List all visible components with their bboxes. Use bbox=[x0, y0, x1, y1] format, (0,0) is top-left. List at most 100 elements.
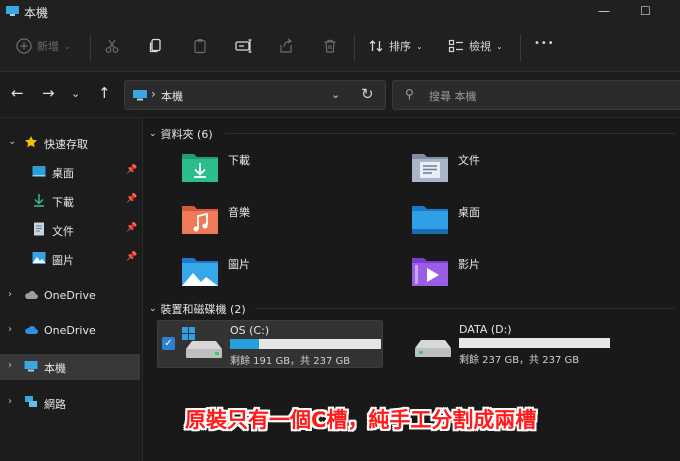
folder-downloads[interactable]: 下載 bbox=[181, 150, 381, 190]
pc-icon bbox=[133, 90, 147, 101]
sidebar-item-this-pc[interactable]: › 本機 bbox=[0, 354, 140, 380]
sidebar-item-onedrive-personal[interactable]: › OneDrive bbox=[0, 318, 140, 344]
rename-icon bbox=[235, 39, 252, 53]
view-icon bbox=[448, 39, 463, 53]
pin-icon[interactable]: 📌 bbox=[126, 165, 137, 175]
group-header-label: 裝置和磁碟機 (2) bbox=[160, 303, 246, 316]
chevron-right-icon[interactable]: › bbox=[8, 289, 12, 300]
sort-button[interactable]: 排序 ⌄ bbox=[368, 38, 423, 54]
back-button[interactable]: ← bbox=[11, 86, 24, 101]
folder-label: 下載 bbox=[228, 154, 250, 167]
desktop-folder-icon bbox=[32, 166, 46, 177]
sidebar-item-downloads[interactable]: 下載 📌 bbox=[0, 188, 140, 214]
maximize-button[interactable]: ☐ bbox=[640, 4, 651, 18]
sidebar-item-quick-access[interactable]: ⌄ 快速存取 bbox=[0, 130, 140, 156]
pictures-icon bbox=[32, 252, 46, 264]
annotation-caption: 原裝只有一個C槽，純手工分割成兩槽 bbox=[185, 408, 537, 432]
more-options-button[interactable]: ••• bbox=[534, 38, 555, 49]
window-title: 本機 bbox=[24, 6, 49, 20]
pc-icon bbox=[6, 6, 19, 16]
minimize-button[interactable]: — bbox=[598, 4, 610, 18]
group-divider bbox=[255, 308, 675, 309]
sidebar-item-pictures[interactable]: 圖片 📌 bbox=[0, 246, 140, 272]
chevron-right-icon[interactable]: › bbox=[8, 324, 12, 335]
address-dropdown-button[interactable]: ⌄ bbox=[331, 88, 340, 101]
pin-icon[interactable]: 📌 bbox=[126, 252, 137, 262]
folder-label: 文件 bbox=[458, 154, 480, 167]
sort-icon bbox=[369, 40, 383, 52]
folder-label: 桌面 bbox=[458, 206, 480, 219]
sidebar-item-network[interactable]: › 網路 bbox=[0, 390, 140, 416]
search-placeholder: 搜尋 本機 bbox=[429, 90, 477, 103]
sidebar-item-desktop[interactable]: 桌面 📌 bbox=[0, 159, 140, 185]
music-folder-icon bbox=[182, 206, 218, 234]
pc-icon bbox=[24, 361, 38, 372]
drive-c[interactable]: ✓ OS (C:) 剩餘 191 GB，共 237 GB bbox=[157, 320, 383, 368]
chevron-down-icon[interactable]: ⌄ bbox=[8, 136, 16, 147]
up-button[interactable]: ↑ bbox=[98, 86, 111, 101]
search-box[interactable]: ⚲ 搜尋 本機 bbox=[392, 80, 680, 110]
folder-videos[interactable]: 影片 bbox=[411, 254, 611, 294]
refresh-icon[interactable]: ↻ bbox=[361, 85, 374, 103]
drive-name: OS (C:) bbox=[230, 324, 270, 337]
pictures-folder-icon bbox=[182, 258, 218, 286]
chevron-right-icon[interactable]: › bbox=[8, 396, 12, 407]
scissors-icon bbox=[105, 39, 119, 53]
folders-group-header[interactable]: ⌄ 資料夾 (6) bbox=[149, 126, 213, 142]
drive-name: DATA (D:) bbox=[459, 323, 512, 336]
sort-label: 排序 bbox=[389, 40, 411, 53]
folder-label: 影片 bbox=[458, 258, 480, 271]
desktop-folder-icon bbox=[412, 206, 448, 234]
breadcrumb[interactable]: 本機 bbox=[161, 88, 183, 104]
sidebar-item-label: OneDrive bbox=[44, 289, 96, 302]
chevron-down-icon: ⌄ bbox=[149, 129, 157, 139]
title-bar: 本機 — ☐ bbox=[0, 0, 680, 24]
chevron-right-icon: › bbox=[151, 87, 156, 101]
folder-desktop[interactable]: 桌面 bbox=[411, 202, 611, 242]
sidebar-item-label: 桌面 bbox=[52, 167, 74, 180]
divider bbox=[520, 34, 521, 62]
chevron-down-icon: ⌄ bbox=[149, 304, 157, 314]
storage-bar bbox=[459, 338, 610, 348]
new-label: 新增 bbox=[37, 40, 59, 53]
sidebar-item-documents[interactable]: 文件 📌 bbox=[0, 217, 140, 243]
cut-button[interactable] bbox=[104, 38, 120, 54]
drives-group-header[interactable]: ⌄ 裝置和磁碟機 (2) bbox=[149, 301, 246, 317]
checkbox[interactable]: ✓ bbox=[162, 337, 175, 350]
recent-locations-button[interactable]: ⌄ bbox=[71, 86, 80, 101]
chevron-down-icon: ⌄ bbox=[416, 41, 423, 51]
drive-d[interactable]: DATA (D:) 剩餘 237 GB，共 237 GB bbox=[387, 320, 627, 368]
divider bbox=[354, 34, 355, 62]
folder-documents[interactable]: 文件 bbox=[411, 150, 611, 190]
view-button[interactable]: 檢視 ⌄ bbox=[448, 38, 503, 54]
new-button[interactable]: 新增 ⌄ bbox=[16, 38, 71, 54]
storage-bar bbox=[230, 339, 381, 349]
paste-button[interactable] bbox=[192, 38, 208, 54]
sidebar-item-onedrive[interactable]: › OneDrive bbox=[0, 283, 140, 309]
sidebar-item-label: 本機 bbox=[44, 362, 66, 375]
share-button[interactable] bbox=[278, 38, 294, 54]
pin-icon[interactable]: 📌 bbox=[126, 194, 137, 204]
chevron-down-icon: ⌄ bbox=[64, 41, 71, 51]
videos-folder-icon bbox=[412, 258, 448, 286]
cloud-icon bbox=[25, 326, 38, 334]
sidebar-item-label: 下載 bbox=[52, 196, 74, 209]
folder-music[interactable]: 音樂 bbox=[181, 202, 381, 242]
forward-button[interactable]: → bbox=[42, 86, 55, 101]
copy-button[interactable] bbox=[148, 38, 164, 54]
copy-icon bbox=[149, 38, 161, 53]
cloud-icon bbox=[25, 291, 38, 299]
drive-space-info: 剩餘 237 GB，共 237 GB bbox=[459, 355, 580, 366]
rename-button[interactable] bbox=[235, 38, 253, 54]
chevron-right-icon[interactable]: › bbox=[8, 360, 12, 371]
delete-button[interactable] bbox=[322, 38, 338, 54]
documents-folder-icon bbox=[412, 154, 448, 182]
view-label: 檢視 bbox=[469, 40, 491, 53]
folder-pictures[interactable]: 圖片 bbox=[181, 254, 381, 294]
trash-icon bbox=[324, 39, 336, 53]
plus-circle-icon bbox=[16, 38, 32, 54]
address-bar[interactable]: › 本機 ⌄ ↻ bbox=[124, 80, 386, 110]
paste-icon bbox=[194, 39, 206, 54]
pin-icon[interactable]: 📌 bbox=[126, 223, 137, 233]
group-divider bbox=[225, 133, 675, 134]
